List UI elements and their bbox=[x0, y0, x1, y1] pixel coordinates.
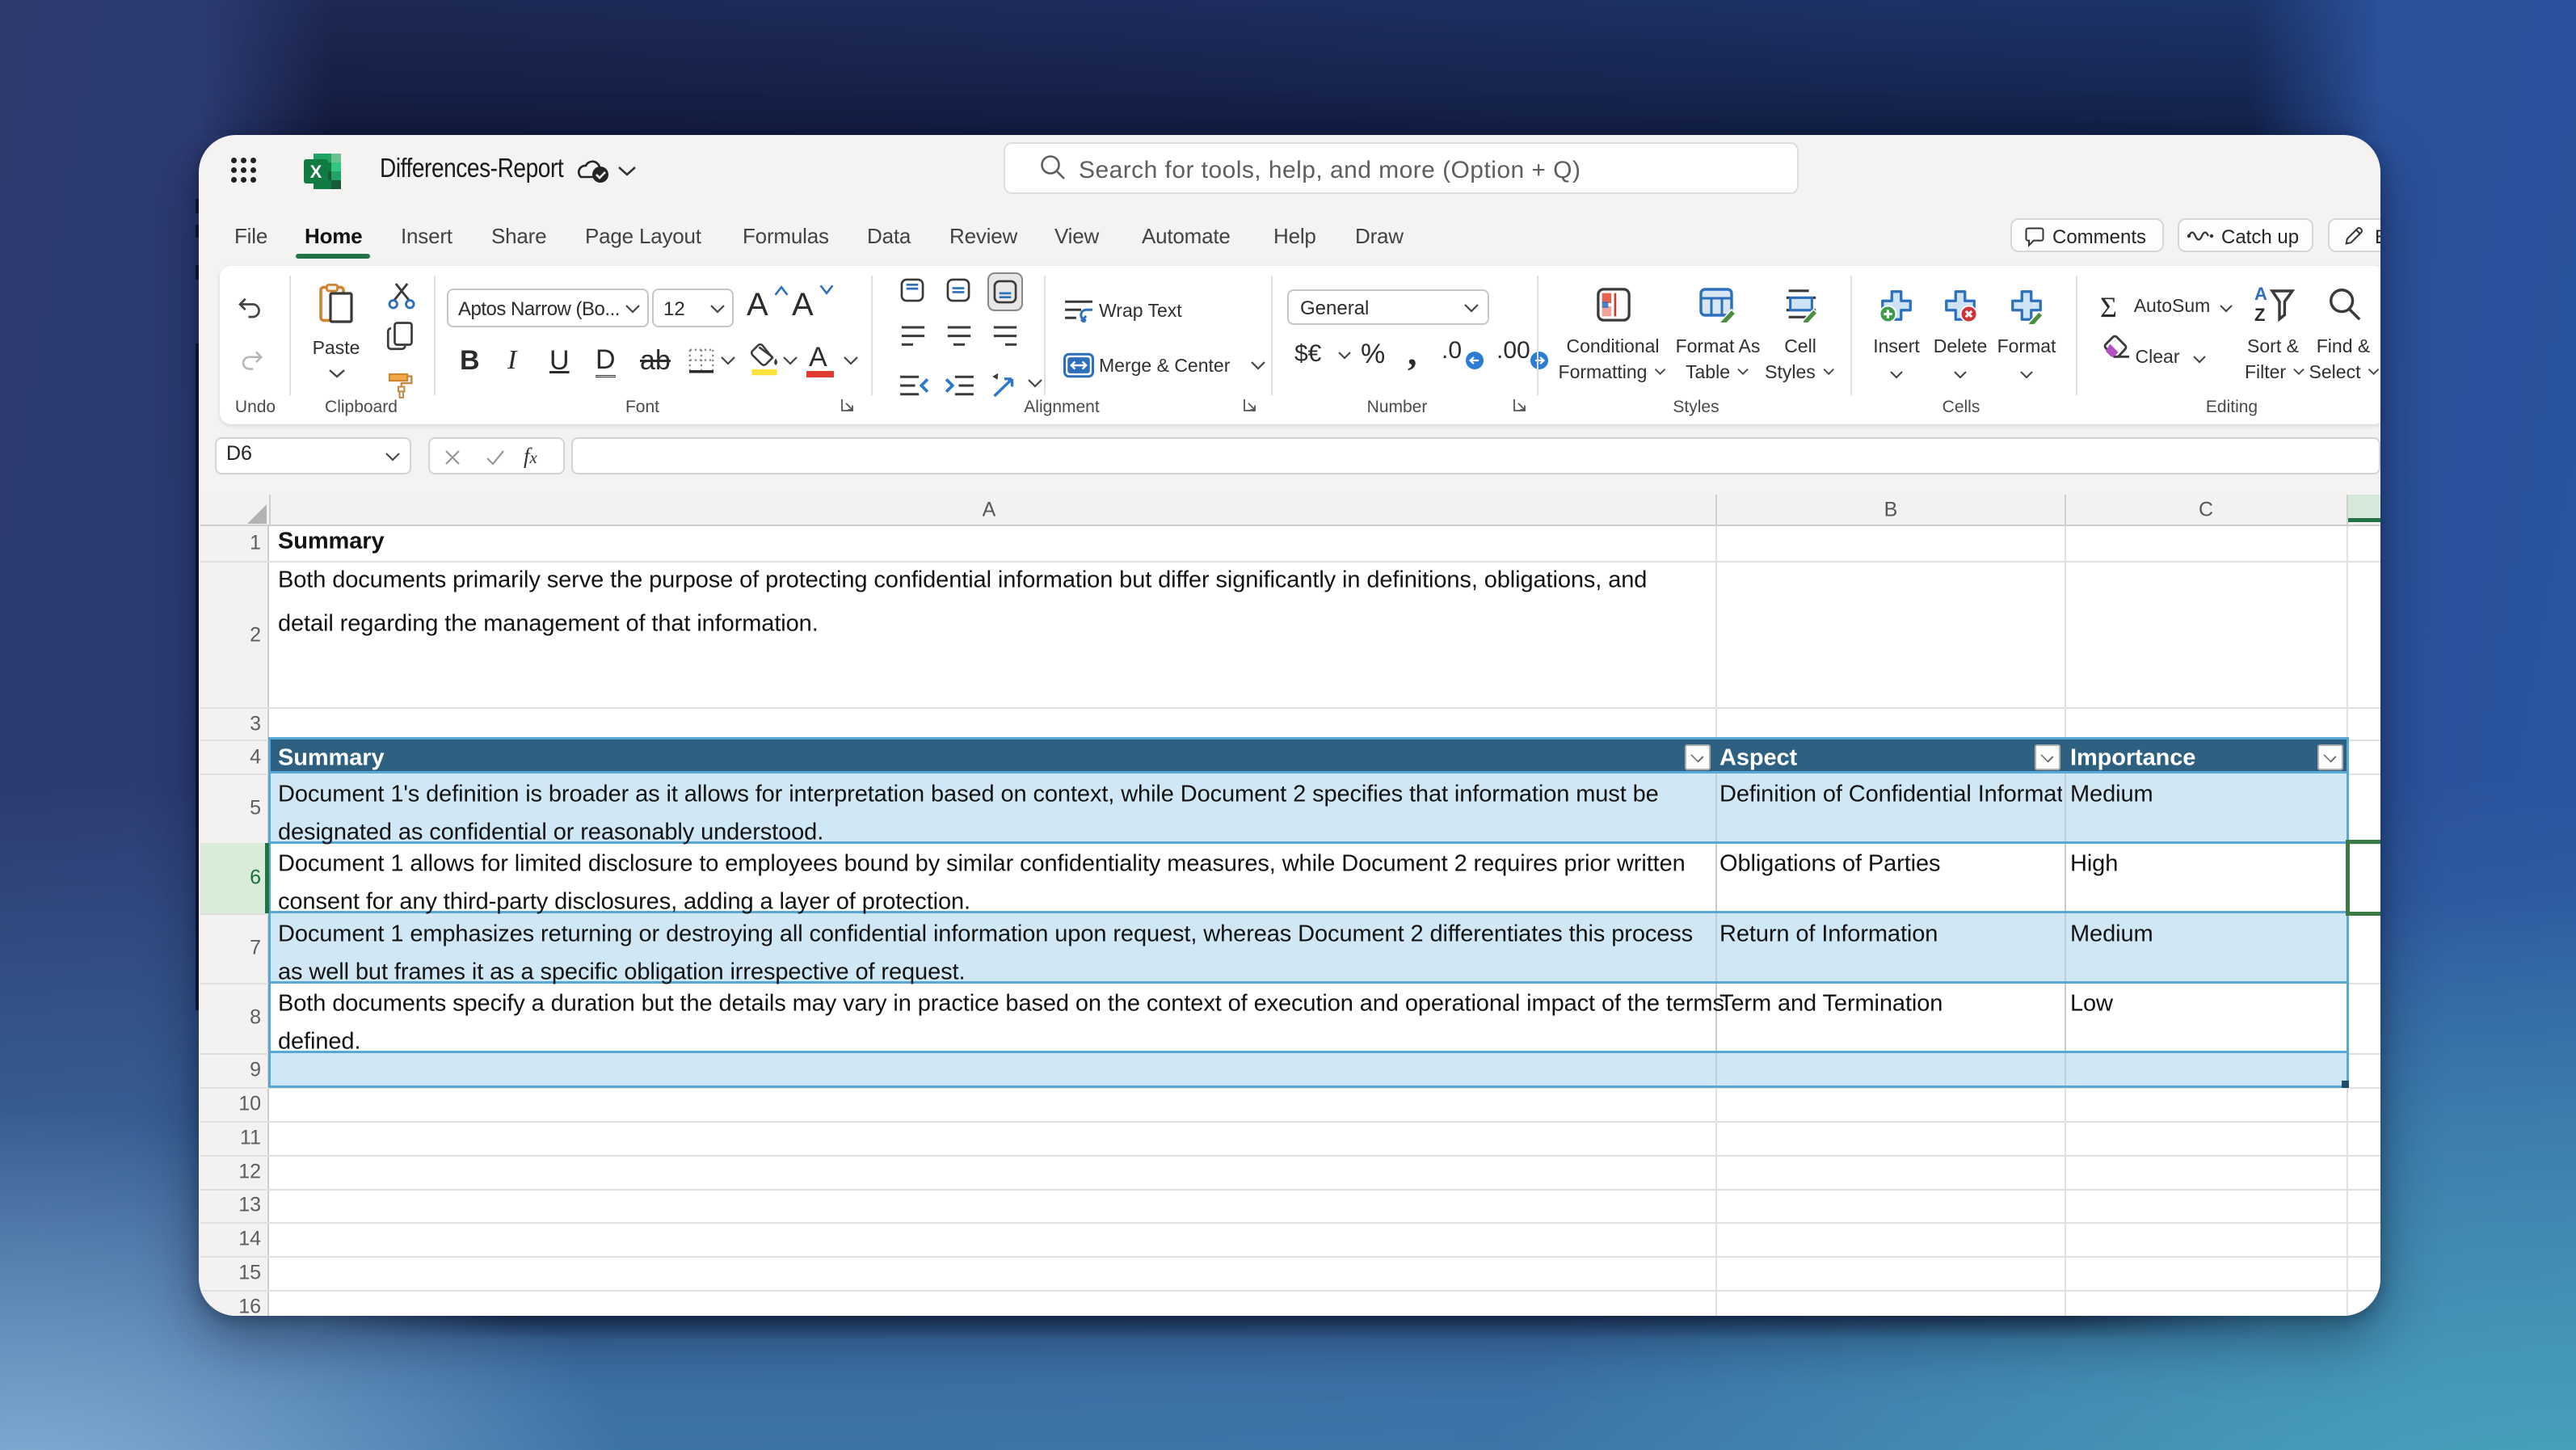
svg-text:X: X bbox=[310, 162, 322, 182]
svg-text:Z: Z bbox=[2254, 305, 2265, 325]
svg-text:A: A bbox=[2254, 284, 2267, 304]
